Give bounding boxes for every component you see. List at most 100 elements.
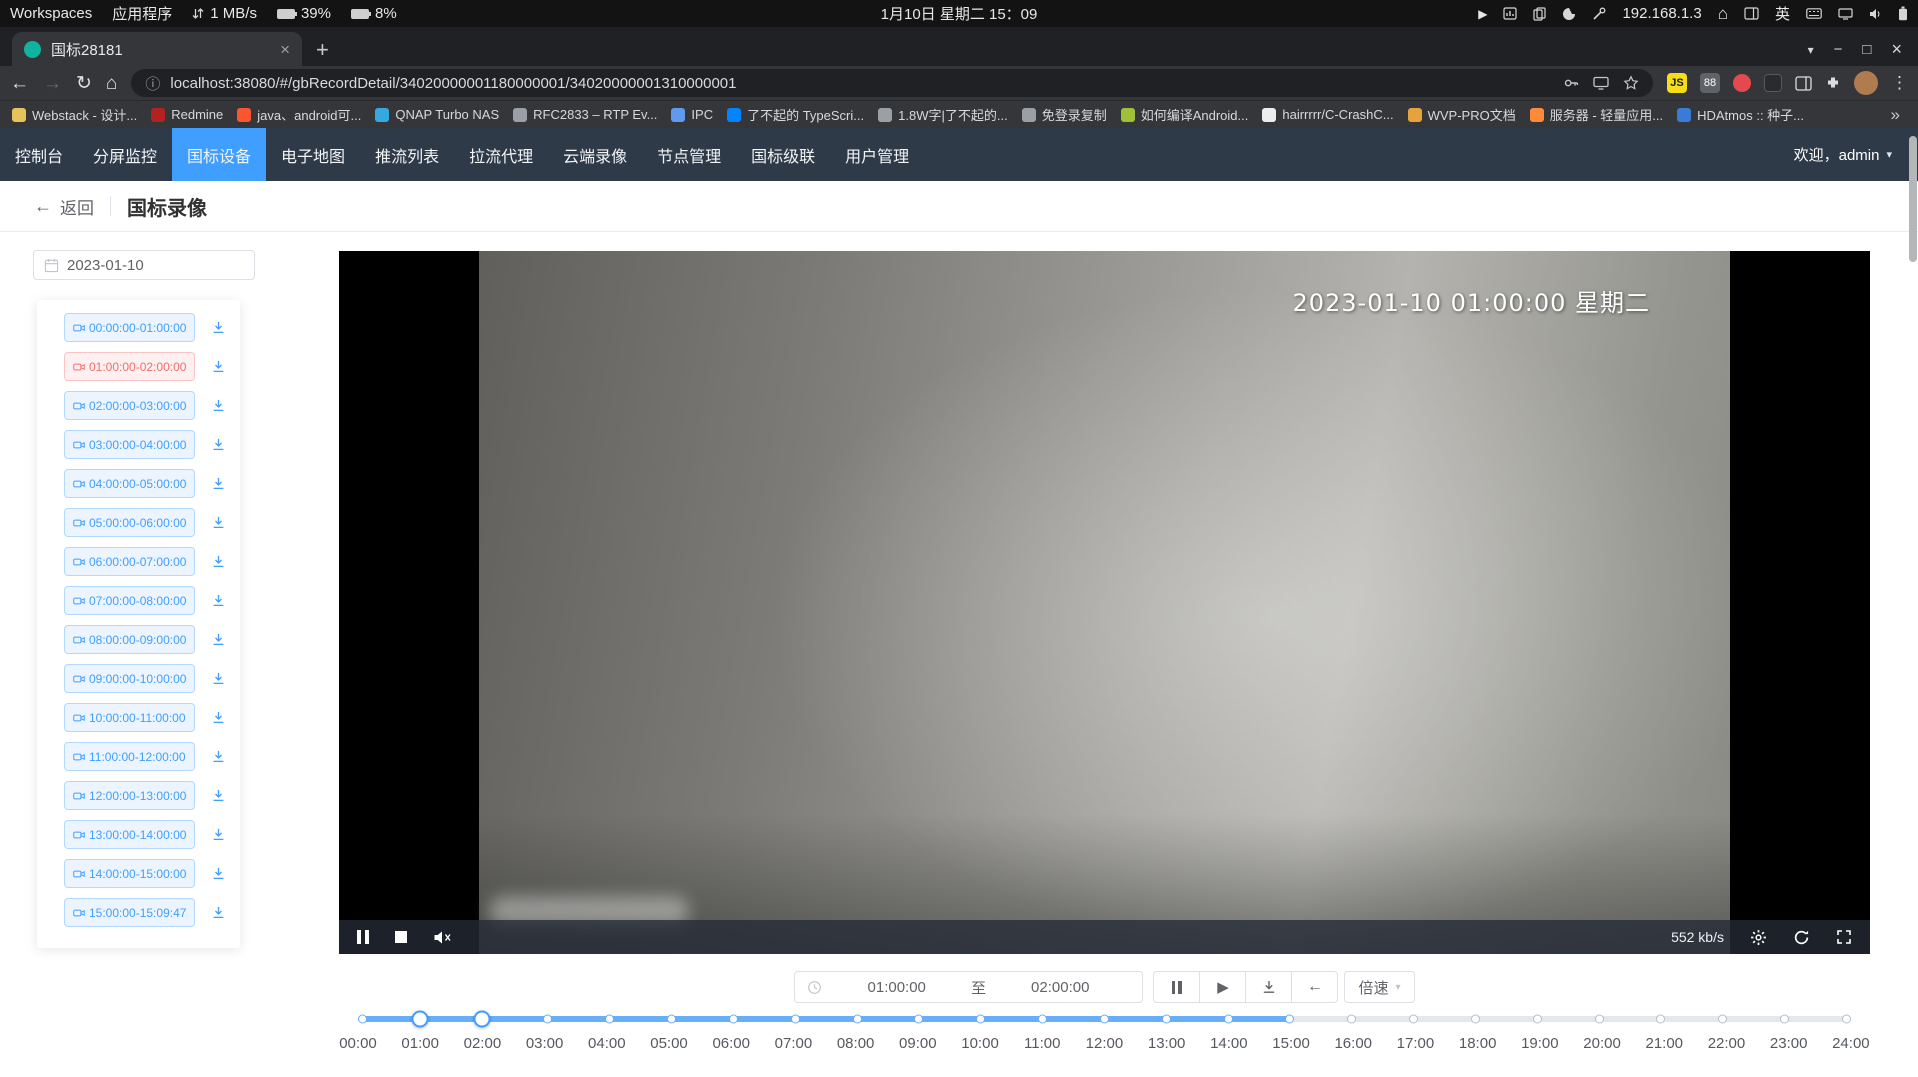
player-settings-button[interactable] [1750,929,1767,946]
recording-segment-button[interactable]: 15:00:00-15:09:47 [64,898,195,927]
start-time-value[interactable]: 01:00:00 [826,979,967,996]
forward-nav-icon[interactable]: → [43,74,62,93]
bookmark-item[interactable]: 1.8W字|了不起的... [878,105,1008,124]
site-info-icon[interactable]: ⓘ [145,73,160,94]
download-recording-button[interactable] [211,905,226,920]
tray-clipboard-icon[interactable] [1533,7,1546,21]
bookmark-item[interactable]: HDAtmos :: 种子... [1677,105,1804,124]
time-range-picker[interactable]: 01:00:00 至 02:00:00 [794,971,1143,1003]
nav-item[interactable]: 用户管理 [830,128,924,181]
password-key-icon[interactable] [1563,75,1579,91]
player-mute-button[interactable] [433,930,452,945]
recording-segment-button[interactable]: 11:00:00-12:00:00 [64,742,195,771]
recording-segment-button[interactable]: 09:00:00-10:00:00 [64,664,195,693]
applications-button[interactable]: 应用程序 [112,3,172,24]
timeline-handle-end[interactable] [474,1011,491,1028]
bookmark-star-icon[interactable] [1623,75,1639,91]
nav-item[interactable]: 节点管理 [642,128,736,181]
bookmarks-overflow-icon[interactable]: » [1891,105,1906,125]
bookmark-item[interactable]: RFC2833 – RTP Ev... [513,107,657,122]
nav-item[interactable]: 分屏监控 [78,128,172,181]
new-tab-button[interactable]: + [316,39,329,61]
download-recording-button[interactable] [211,749,226,764]
player-fullscreen-button[interactable] [1836,929,1852,945]
extensions-puzzle-icon[interactable] [1825,75,1841,91]
recording-segment-button[interactable]: 00:00:00-01:00:00 [64,313,195,342]
download-recording-button[interactable] [211,788,226,803]
recording-segment-button[interactable]: 01:00:00-02:00:00 [64,352,195,381]
nav-item[interactable]: 云端录像 [548,128,642,181]
back-button[interactable]: ← 返回 [34,194,94,219]
bookmark-item[interactable]: 如何编译Android... [1121,105,1249,124]
download-recording-button[interactable] [211,632,226,647]
ip-address-indicator[interactable]: 192.168.1.3 [1622,5,1701,22]
player-stop-button[interactable] [395,931,407,943]
bookmark-item[interactable]: 免登录复制 [1022,105,1107,124]
clock-indicator[interactable]: 1月10日 星期二 15：09 [881,3,1038,24]
nav-item[interactable]: 推流列表 [360,128,454,181]
workspaces-button[interactable]: Workspaces [10,5,92,22]
download-recording-button[interactable] [211,554,226,569]
recording-segment-button[interactable]: 05:00:00-06:00:00 [64,508,195,537]
date-picker[interactable]: 2023-01-10 [33,250,255,280]
bookmark-item[interactable]: 了不起的 TypeScri... [727,105,864,124]
bookmark-item[interactable]: java、android可... [237,105,361,124]
recording-segment-button[interactable]: 07:00:00-08:00:00 [64,586,195,615]
download-recording-button[interactable] [211,515,226,530]
user-menu[interactable]: 欢迎，admin ▾ [1794,144,1892,165]
page-scrollbar[interactable] [1909,136,1917,262]
reload-icon[interactable]: ↻ [76,74,92,93]
seek-back-button[interactable]: ← [1291,971,1338,1003]
download-recording-button[interactable] [211,710,226,725]
recording-segment-button[interactable]: 06:00:00-07:00:00 [64,547,195,576]
download-recording-button[interactable] [211,476,226,491]
recording-segment-button[interactable]: 08:00:00-09:00:00 [64,625,195,654]
download-recording-button[interactable] [211,320,226,335]
url-text[interactable]: localhost:38080/#/gbRecordDetail/3402000… [170,75,1553,92]
extension-88-icon[interactable]: 88 [1700,73,1720,93]
download-recording-button[interactable] [211,866,226,881]
share-icon[interactable] [1593,76,1609,90]
volume-icon[interactable] [1869,8,1882,20]
play-button[interactable]: ▶ [1199,971,1246,1003]
tray-play-icon[interactable]: ▶ [1478,7,1487,21]
end-time-value[interactable]: 02:00:00 [990,979,1131,996]
home-icon[interactable]: ⌂ [1718,4,1728,24]
tab-search-icon[interactable]: ▾ [1808,43,1814,57]
browser-menu-icon[interactable]: ⋮ [1891,73,1908,93]
player-refresh-button[interactable] [1793,929,1810,946]
side-panel-icon[interactable] [1795,76,1812,91]
bookmark-item[interactable]: QNAP Turbo NAS [375,107,499,122]
nav-item[interactable]: 拉流代理 [454,128,548,181]
download-button[interactable] [1245,971,1292,1003]
input-language-indicator[interactable]: 英 [1775,3,1790,24]
profile-avatar[interactable] [1854,71,1878,95]
download-recording-button[interactable] [211,671,226,686]
pause-button[interactable] [1153,971,1200,1003]
download-recording-button[interactable] [211,359,226,374]
display-icon[interactable] [1838,8,1853,20]
address-bar[interactable]: ⓘ localhost:38080/#/gbRecordDetail/34020… [131,69,1653,97]
download-recording-button[interactable] [211,827,226,842]
video-player[interactable]: 2023-01-10 01:00:00 星期二 552 kb/s [339,251,1870,954]
nav-item[interactable]: 控制台 [0,128,78,181]
recording-segment-button[interactable]: 13:00:00-14:00:00 [64,820,195,849]
back-nav-icon[interactable]: ← [10,74,29,93]
recording-segment-button[interactable]: 14:00:00-15:00:00 [64,859,195,888]
bookmark-item[interactable]: 服务器 - 轻量应用... [1530,105,1663,124]
nav-item[interactable]: 国标设备 [172,128,266,181]
tray-circle-icon[interactable] [1562,7,1576,21]
tray-wrench-icon[interactable] [1592,7,1606,21]
extension-dark-icon[interactable] [1764,74,1782,92]
timeline-handle-start[interactable] [412,1011,429,1028]
speed-dropdown[interactable]: 倍速 ▾ [1344,971,1414,1003]
player-pause-button[interactable] [357,930,369,944]
browser-tab[interactable]: 国标28181 × [12,32,302,66]
timeline-slider[interactable]: 00:0001:0002:0003:0004:0005:0006:0007:00… [358,1016,1851,1052]
bookmark-item[interactable]: WVP-PRO文档 [1408,105,1516,124]
download-recording-button[interactable] [211,593,226,608]
nav-item[interactable]: 电子地图 [266,128,360,181]
keyboard-icon[interactable] [1806,8,1822,19]
window-layout-icon[interactable] [1744,7,1759,20]
bookmark-item[interactable]: Webstack - 设计... [12,105,137,124]
